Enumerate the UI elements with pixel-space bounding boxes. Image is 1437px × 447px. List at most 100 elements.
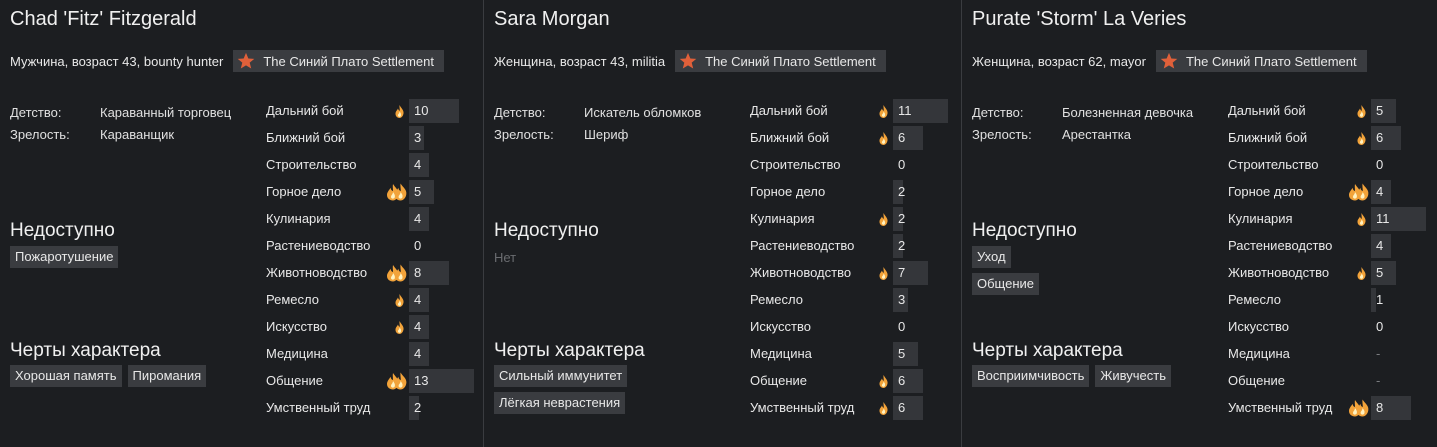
adulthood-label: Зрелость: — [10, 126, 70, 142]
skill-label: Строительство — [750, 157, 841, 172]
minor-passion-icon — [1354, 264, 1366, 282]
skill-row[interactable]: Растениеводство 2 — [750, 233, 960, 260]
skill-row[interactable]: Умственный труд 6 — [750, 395, 960, 422]
major-passion-icon — [1348, 183, 1370, 201]
minor-passion-icon — [1354, 129, 1366, 147]
skill-label: Ремесло — [266, 292, 319, 307]
trait-tag[interactable]: Хорошая память — [10, 365, 122, 387]
skill-row[interactable]: Горное дело 4 — [1228, 179, 1437, 206]
skill-value: 2 — [898, 238, 906, 253]
skill-value: 5 — [414, 184, 422, 199]
skill-row[interactable]: Общение 13 — [266, 368, 476, 395]
skill-value: 6 — [898, 400, 906, 415]
skill-row[interactable]: Кулинария 11 — [1228, 206, 1437, 233]
pawn-card: Sara Morgan Женщина, возраст 43, militia… — [484, 0, 962, 447]
skill-row[interactable]: Ремесло 4 — [266, 287, 476, 314]
skill-row[interactable]: Горное дело 5 — [266, 179, 476, 206]
trait-tag[interactable]: Сильный иммунитет — [494, 365, 628, 387]
faction-badge[interactable]: The Синий Плато Settlement — [233, 50, 445, 72]
skill-row[interactable]: Медицина - — [1228, 341, 1437, 368]
pawn-name: Chad 'Fitz' Fitzgerald — [10, 8, 197, 30]
skill-value: 0 — [898, 157, 906, 172]
faction-badge[interactable]: The Синий Плато Settlement — [1155, 50, 1367, 72]
skill-row[interactable]: Умственный труд 2 — [266, 395, 476, 422]
pawn-info-row: Мужчина, возраст 43, bounty hunter The С… — [10, 50, 445, 72]
skill-row[interactable]: Строительство 0 — [1228, 152, 1437, 179]
skill-row[interactable]: Ремесло 1 — [1228, 287, 1437, 314]
skill-row[interactable]: Горное дело 2 — [750, 179, 960, 206]
skill-row[interactable]: Ближний бой 6 — [1228, 125, 1437, 152]
adulthood-label: Зрелость: — [494, 126, 554, 142]
pawn-name: Purate 'Storm' La Veries — [972, 8, 1187, 30]
skill-value: 6 — [898, 373, 906, 388]
skill-row[interactable]: Кулинария 2 — [750, 206, 960, 233]
skill-value: 10 — [414, 103, 429, 118]
faction-name: The Синий Плато Settlement — [705, 53, 876, 69]
skill-label: Животноводство — [1228, 265, 1330, 280]
skill-value: 4 — [414, 346, 422, 361]
trait-tag[interactable]: Живучесть — [1095, 365, 1172, 387]
faction-star-icon — [238, 52, 255, 69]
adulthood-value[interactable]: Караванщик — [100, 127, 174, 142]
skill-row[interactable]: Медицина 4 — [266, 341, 476, 368]
skill-value: 1 — [1376, 292, 1384, 307]
skill-row[interactable]: Животноводство 7 — [750, 260, 960, 287]
skill-label: Дальний бой — [1228, 103, 1306, 118]
trait-tag[interactable]: Лёгкая неврастения — [494, 392, 626, 414]
skill-row[interactable]: Ближний бой 3 — [266, 125, 476, 152]
skill-row[interactable]: Строительство 0 — [750, 152, 960, 179]
incapable-tag[interactable]: Общение — [972, 273, 1040, 295]
skill-label: Ремесло — [750, 292, 803, 307]
skill-label: Общение — [266, 373, 324, 388]
pawn-description: Мужчина, возраст 43, bounty hunter — [10, 53, 224, 69]
skill-row[interactable]: Ремесло 3 — [750, 287, 960, 314]
skill-value: 11 — [898, 103, 912, 118]
childhood-value[interactable]: Караванный торговец — [100, 105, 231, 120]
major-passion-icon — [386, 183, 408, 201]
skill-row[interactable]: Строительство 4 — [266, 152, 476, 179]
adulthood-value[interactable]: Шериф — [584, 127, 628, 142]
traits-list: Восприимчивость Живучесть — [972, 365, 1172, 387]
faction-badge[interactable]: The Синий Плато Settlement — [675, 50, 886, 72]
skill-label: Общение — [1228, 373, 1286, 388]
skill-row[interactable]: Искусство 0 — [750, 314, 960, 341]
skill-row[interactable]: Ближний бой 6 — [750, 125, 960, 152]
adulthood-value[interactable]: Арестантка — [1062, 127, 1131, 142]
skill-row[interactable]: Общение - — [1228, 368, 1437, 395]
skill-value: 4 — [414, 319, 422, 334]
backstory: Детство: Караванный торговец Зрелость: Кар… — [10, 101, 231, 145]
skill-row[interactable]: Дальний бой 11 — [750, 98, 960, 125]
skill-value: 6 — [898, 130, 906, 145]
skill-row[interactable]: Растениеводство 0 — [266, 233, 476, 260]
trait-tag[interactable]: Пиромания — [127, 365, 207, 387]
skill-row[interactable]: Кулинария 4 — [266, 206, 476, 233]
skill-row[interactable]: Искусство 4 — [266, 314, 476, 341]
minor-passion-icon — [392, 291, 404, 309]
skill-label: Дальний бой — [750, 103, 828, 118]
skill-row[interactable]: Животноводство 8 — [266, 260, 476, 287]
skill-value: 5 — [1376, 265, 1384, 280]
incapable-tag[interactable]: Уход — [972, 246, 1011, 268]
childhood-value[interactable]: Болезненная девочка — [1062, 105, 1193, 120]
skill-label: Горное дело — [266, 184, 342, 199]
skill-row[interactable]: Общение 6 — [750, 368, 960, 395]
skill-row[interactable]: Дальний бой 5 — [1228, 98, 1437, 125]
skill-row[interactable]: Искусство 0 — [1228, 314, 1437, 341]
traits-heading: Черты характера — [10, 340, 161, 361]
incapable-heading: Недоступно — [494, 220, 599, 241]
trait-tag[interactable]: Восприимчивость — [972, 365, 1090, 387]
skill-label: Кулинария — [750, 211, 815, 226]
skill-row[interactable]: Медицина 5 — [750, 341, 960, 368]
skill-row[interactable]: Животноводство 5 — [1228, 260, 1437, 287]
incapable-tag[interactable]: Пожаротушение — [10, 246, 119, 268]
skills-list: Дальний бой 11 Ближний бой 6 Строительство 0 Г… — [750, 98, 960, 422]
skill-row[interactable]: Растениеводство 4 — [1228, 233, 1437, 260]
skill-row[interactable]: Умственный труд 8 — [1228, 395, 1437, 422]
skill-value: 3 — [414, 130, 422, 145]
childhood-label: Детство: — [494, 104, 546, 120]
skill-row[interactable]: Дальний бой 10 — [266, 98, 476, 125]
skill-label: Медицина — [1228, 346, 1290, 361]
childhood-value[interactable]: Искатель обломков — [584, 105, 701, 120]
skill-value: 13 — [414, 373, 429, 388]
faction-star-icon — [679, 52, 697, 69]
